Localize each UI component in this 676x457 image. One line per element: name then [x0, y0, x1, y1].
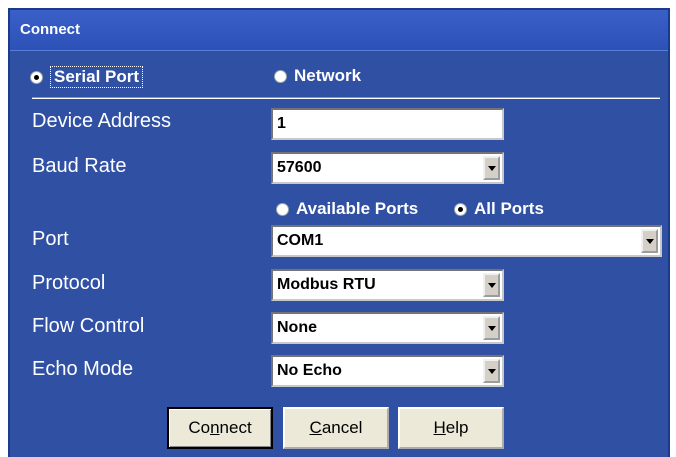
port-label: Port [32, 228, 69, 250]
all-ports-radio[interactable]: All Ports [454, 199, 544, 219]
baud-rate-value: 57600 [277, 159, 322, 176]
chevron-down-icon[interactable] [483, 273, 500, 297]
radio-selected-icon [30, 70, 43, 84]
chevron-down-icon[interactable] [483, 316, 500, 340]
available-ports-label: Available Ports [296, 199, 419, 218]
protocol-label: Protocol [32, 272, 106, 294]
chevron-down-icon[interactable] [483, 359, 500, 383]
flow-control-value: None [277, 319, 317, 336]
radio-unselected-icon [276, 202, 289, 216]
port-value: COM1 [277, 232, 324, 249]
radio-unselected-icon [274, 69, 287, 83]
flow-control-select[interactable]: None [271, 312, 504, 344]
help-button[interactable]: Help [398, 407, 504, 449]
cancel-button-label: Cancel [309, 418, 363, 437]
network-radio[interactable]: Network [274, 66, 361, 86]
available-ports-radio[interactable]: Available Ports [276, 199, 418, 219]
network-label: Network [294, 66, 362, 85]
help-button-label: Help [433, 418, 469, 437]
chevron-down-icon[interactable] [641, 229, 658, 253]
connect-button[interactable]: Connect [167, 407, 273, 449]
flow-control-label: Flow Control [32, 315, 145, 337]
protocol-select[interactable]: Modbus RTU [271, 269, 504, 301]
all-ports-label: All Ports [474, 199, 544, 218]
port-select[interactable]: COM1 [271, 225, 662, 257]
device-address-value: 1 [277, 115, 286, 132]
connect-button-label: Connect [188, 418, 252, 437]
window-title: Connect [20, 21, 80, 38]
serial-port-label: Serial Port [50, 66, 144, 88]
cancel-button[interactable]: Cancel [283, 407, 389, 449]
baud-rate-label: Baud Rate [32, 155, 127, 177]
protocol-value: Modbus RTU [277, 276, 376, 293]
separator [32, 97, 660, 99]
echo-mode-label: Echo Mode [32, 358, 134, 380]
baud-rate-select[interactable]: 57600 [271, 152, 504, 184]
radio-selected-icon [454, 202, 467, 216]
device-address-input[interactable]: 1 [271, 108, 504, 140]
echo-mode-select[interactable]: No Echo [271, 355, 504, 387]
echo-mode-value: No Echo [277, 362, 342, 379]
serial-port-radio[interactable]: Serial Port [30, 66, 144, 88]
title-bar: Connect [10, 10, 668, 51]
connect-dialog: Connect Serial Port Network Device Addre… [8, 8, 670, 457]
chevron-down-icon[interactable] [483, 156, 500, 180]
device-address-label: Device Address [32, 110, 171, 132]
